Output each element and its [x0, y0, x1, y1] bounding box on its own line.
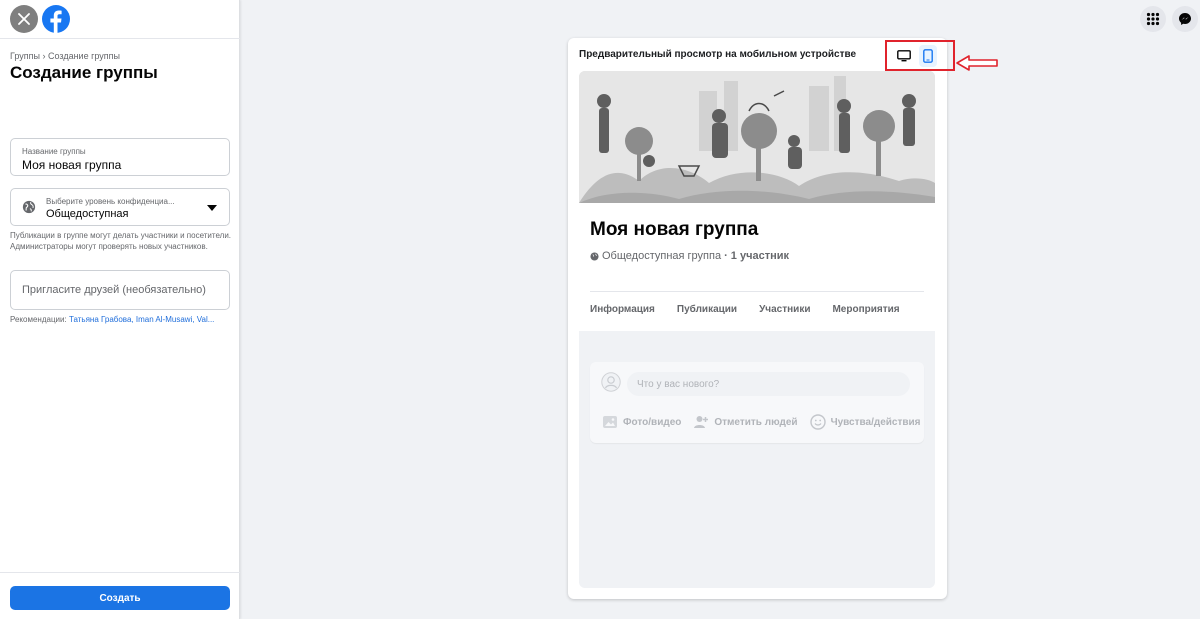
recommendations: Рекомендации: Татьяна Грабова, Iman Al-M…: [10, 315, 232, 324]
photo-video-label: Фото/видео: [623, 416, 682, 428]
divider: [0, 38, 240, 39]
group-meta: Общедоступная группа · 1 участник: [590, 250, 789, 262]
messenger-icon: [1179, 13, 1191, 25]
smiley-icon: [809, 414, 826, 430]
privacy-value: Общедоступная: [46, 208, 129, 220]
whats-new-input[interactable]: [627, 372, 910, 396]
mobile-preview: Моя новая группа Общедоступная группа · …: [579, 71, 935, 588]
page-title: Создание группы: [10, 63, 158, 82]
post-composer: Фото/видео Отметить людей: [590, 362, 924, 443]
group-tabs: Информация Публикации Участники Мероприя…: [590, 304, 922, 315]
mobile-preview-button[interactable]: [919, 45, 937, 67]
tag-people-button[interactable]: Отметить людей: [693, 414, 798, 430]
privacy-select[interactable]: Выберите уровень конфиденциа... Общедост…: [10, 188, 230, 226]
privacy-help-text: Публикации в группе могут делать участни…: [10, 231, 232, 251]
sidebar-top-icons: [10, 5, 70, 33]
divider: [0, 572, 240, 573]
create-group-sidebar: Группы › Создание группы Создание группы…: [0, 0, 240, 619]
invite-friends-input[interactable]: [11, 271, 229, 309]
facebook-logo-icon: [50, 10, 62, 33]
group-name-field[interactable]: Название группы Моя новая группа: [10, 138, 230, 176]
group-type: Общедоступная группа: [602, 250, 722, 262]
preview-card: Предварительный просмотр на мобильном ус…: [568, 38, 955, 599]
composer-actions: Фото/видео Отметить людей Чувства/действ…: [602, 414, 921, 430]
apps-grid-icon: [1146, 12, 1160, 26]
recommendations-label: Рекомендации:: [10, 315, 67, 324]
tab-info[interactable]: Информация: [590, 304, 655, 315]
feeling-activity-button[interactable]: Чувства/действия: [809, 414, 921, 430]
group-name-value[interactable]: Моя новая группа: [22, 158, 121, 172]
feeling-activity-label: Чувства/действия: [830, 416, 921, 428]
privacy-label: Выберите уровень конфиденциа...: [46, 197, 175, 206]
create-button[interactable]: Создать: [10, 586, 230, 610]
device-toggle-highlight: [885, 40, 955, 71]
recommendations-names[interactable]: Татьяна Грабова, Iman Al-Musawi, Val...: [69, 315, 214, 324]
facebook-logo[interactable]: [42, 5, 70, 33]
member-count: · 1 участник: [724, 250, 789, 262]
tag-people-icon: [694, 416, 709, 428]
arrow-icon: [956, 55, 998, 71]
avatar-icon: [601, 372, 621, 392]
tag-people-label: Отметить людей: [714, 416, 798, 428]
preview-title: Предварительный просмотр на мобильном ус…: [579, 49, 857, 60]
group-info-panel: Моя новая группа Общедоступная группа · …: [579, 203, 935, 331]
group-name-label: Название группы: [22, 147, 86, 156]
invite-friends-field[interactable]: [10, 270, 230, 310]
tab-posts[interactable]: Публикации: [677, 304, 737, 315]
photo-video-button[interactable]: Фото/видео: [602, 414, 681, 430]
preview-group-name: Моя новая группа: [590, 219, 759, 240]
close-button[interactable]: [10, 5, 38, 33]
tab-members[interactable]: Участники: [759, 304, 810, 315]
globe-icon: [590, 251, 599, 261]
cover-illustration: [579, 71, 935, 203]
apps-menu-button[interactable]: [1140, 6, 1166, 32]
photo-icon: [603, 416, 617, 428]
desktop-icon[interactable]: [897, 50, 911, 62]
tab-events[interactable]: Мероприятия: [832, 304, 899, 315]
chevron-down-icon: [207, 205, 217, 211]
close-icon: [18, 13, 30, 25]
divider: [590, 291, 924, 292]
mobile-icon: [923, 49, 933, 63]
messenger-button[interactable]: [1172, 6, 1198, 32]
breadcrumb: Группы › Создание группы: [10, 51, 120, 61]
globe-icon: [22, 200, 36, 214]
